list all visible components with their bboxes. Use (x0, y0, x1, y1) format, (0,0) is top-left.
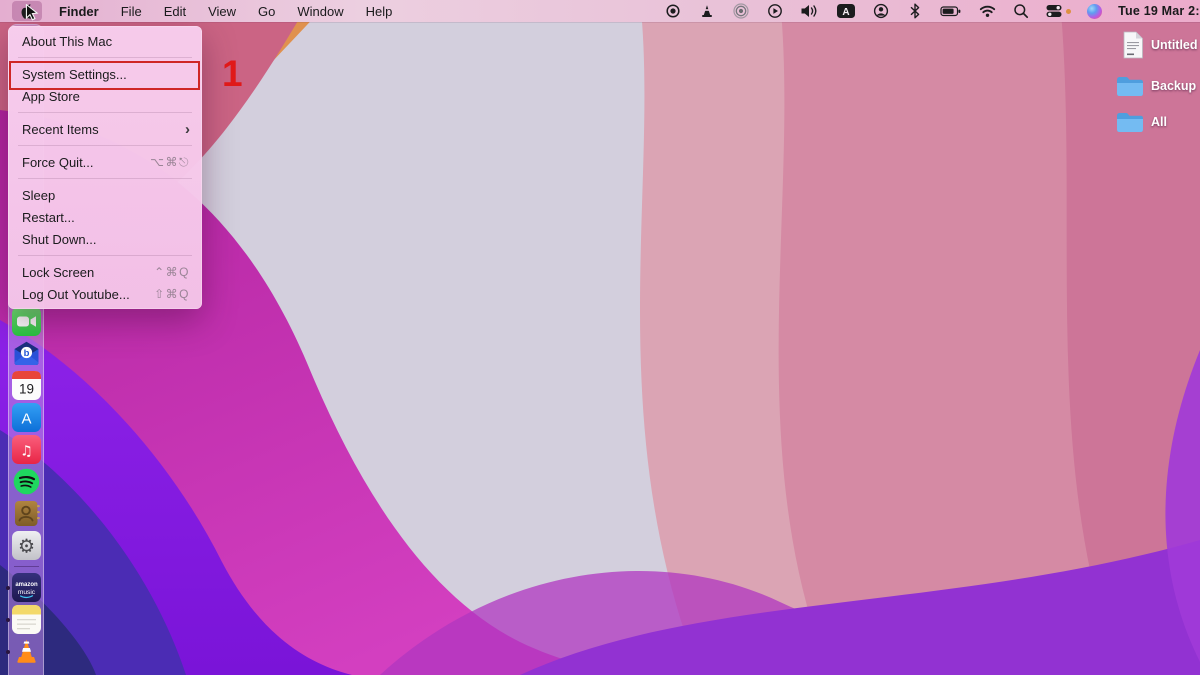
menu-item-label: Restart... (22, 210, 190, 225)
menu-divider (18, 112, 192, 113)
dock-contacts-book-icon[interactable] (12, 499, 41, 528)
dock-spotify-icon[interactable] (12, 467, 41, 496)
menu-divider (18, 57, 192, 58)
menubar-menu-file[interactable]: File (110, 0, 153, 22)
wifi-icon[interactable] (978, 3, 996, 19)
dock-vlc-icon[interactable] (12, 637, 41, 666)
gear-glyph: ⚙ (17, 536, 34, 558)
menu-item-label: Log Out Youtube... (22, 287, 154, 302)
menu-item-label: Force Quit... (22, 155, 150, 170)
menu-item-app-store[interactable]: App Store (8, 85, 202, 107)
menu-divider (18, 178, 192, 179)
menu-item-sleep[interactable]: Sleep (8, 184, 202, 206)
mouse-cursor-icon (25, 4, 40, 21)
menu-item-restart[interactable]: Restart... (8, 206, 202, 228)
document-icon (1122, 31, 1144, 59)
dock-calendar-icon[interactable]: 19 (12, 371, 41, 400)
menubar-menu-view[interactable]: View (197, 0, 247, 22)
menubar-menu-edit[interactable]: Edit (153, 0, 197, 22)
menu-item-label: Lock Screen (22, 265, 154, 280)
apple-menu-panel: About This Mac System Settings... App St… (8, 26, 202, 309)
volume-icon[interactable] (800, 3, 820, 19)
menu-item-recent-items[interactable]: Recent Items › (8, 118, 202, 140)
vlc-cone-icon[interactable] (698, 3, 716, 19)
submenu-chevron-icon: › (185, 122, 190, 137)
play-circle-icon[interactable] (766, 3, 784, 19)
menubar-clock[interactable]: Tue 19 Mar 2:23 (1118, 4, 1200, 18)
folder-icon (1116, 111, 1144, 133)
menu-item-system-settings[interactable]: System Settings... (8, 63, 202, 85)
menu-divider (18, 255, 192, 256)
running-indicator (6, 618, 10, 622)
keyboard-input-letter: A (843, 7, 850, 18)
menu-item-shut-down[interactable]: Shut Down... (8, 228, 202, 250)
menu-item-label: Recent Items (22, 122, 185, 137)
menu-item-log-out[interactable]: Log Out Youtube... ⇧⌘Q (8, 283, 202, 305)
dock-app-store-icon[interactable]: A (12, 403, 41, 432)
dock-apple-music-icon[interactable]: ♫ (12, 435, 41, 464)
menu-item-force-quit[interactable]: Force Quit... ⌥⌘⎋ (8, 151, 202, 173)
dock-facetime-icon[interactable] (12, 307, 41, 336)
desktop-screen: Finder File Edit View Go Window Help (0, 0, 1200, 675)
desktop-icon-untitled[interactable]: Untitled (1122, 31, 1198, 59)
bluemail-letter: b (23, 348, 29, 359)
menu-item-label: Shut Down... (22, 232, 190, 247)
menu-item-shortcut: ⌥⌘⎋ (150, 155, 190, 170)
desktop-icon-all[interactable]: All (1116, 111, 1167, 133)
notification-dot (1066, 9, 1071, 14)
desktop-icon-label: Untitled (1151, 38, 1198, 52)
hotspot-icon[interactable] (732, 3, 750, 19)
amazon-music-line2: music (17, 589, 35, 596)
dock-system-settings-icon[interactable]: ⚙ (12, 531, 41, 560)
menu-bar-left: Finder File Edit View Go Window Help (0, 0, 403, 22)
menu-bar-status-area: A Tue 19 Mar 2:23 (664, 0, 1200, 22)
desktop-icon-backup[interactable]: Backup (1116, 75, 1196, 97)
dock-items: b 19 A (9, 307, 43, 666)
menu-item-label: About This Mac (22, 34, 190, 49)
menu-item-shortcut: ⌃⌘Q (154, 265, 190, 279)
keyboard-input-icon[interactable]: A (836, 3, 856, 19)
menubar-menu-window[interactable]: Window (286, 0, 354, 22)
dock-bluemail-icon[interactable]: b (12, 339, 41, 368)
music-note-glyph: ♫ (20, 444, 33, 460)
control-center-icon[interactable] (1046, 3, 1071, 19)
menu-item-lock-screen[interactable]: Lock Screen ⌃⌘Q (8, 261, 202, 283)
battery-icon[interactable] (940, 3, 962, 19)
amazon-music-line1: amazon (15, 582, 38, 588)
calendar-day: 19 (18, 382, 33, 397)
desktop-icon-label: Backup (1151, 79, 1196, 93)
app-store-letter: A (21, 411, 31, 428)
annotation-step-number: 1 (222, 55, 243, 92)
menu-divider (18, 145, 192, 146)
folder-icon (1116, 75, 1144, 97)
menubar-menu-help[interactable]: Help (355, 0, 404, 22)
menu-item-label: System Settings... (22, 67, 190, 82)
running-indicator (6, 650, 10, 654)
menubar-menu-go[interactable]: Go (247, 0, 286, 22)
record-icon[interactable] (664, 3, 682, 19)
desktop-icon-label: All (1151, 115, 1167, 129)
account-icon[interactable] (872, 3, 890, 19)
menu-item-label: App Store (22, 89, 190, 104)
menu-item-about-this-mac[interactable]: About This Mac (8, 30, 202, 52)
dock-separator (14, 566, 39, 567)
dock-amazon-music-icon[interactable]: amazon music (12, 573, 41, 602)
running-indicator (6, 586, 10, 590)
apple-menu-button[interactable] (12, 1, 42, 21)
menubar-menu-finder[interactable]: Finder (48, 0, 110, 22)
dock-notes-icon[interactable] (12, 605, 41, 634)
siri-icon[interactable] (1087, 4, 1102, 19)
menu-item-label: Sleep (22, 188, 190, 203)
menu-bar: Finder File Edit View Go Window Help (0, 0, 1200, 22)
search-icon[interactable] (1012, 3, 1030, 19)
menu-item-shortcut: ⇧⌘Q (154, 287, 190, 301)
bluetooth-icon[interactable] (906, 3, 924, 19)
